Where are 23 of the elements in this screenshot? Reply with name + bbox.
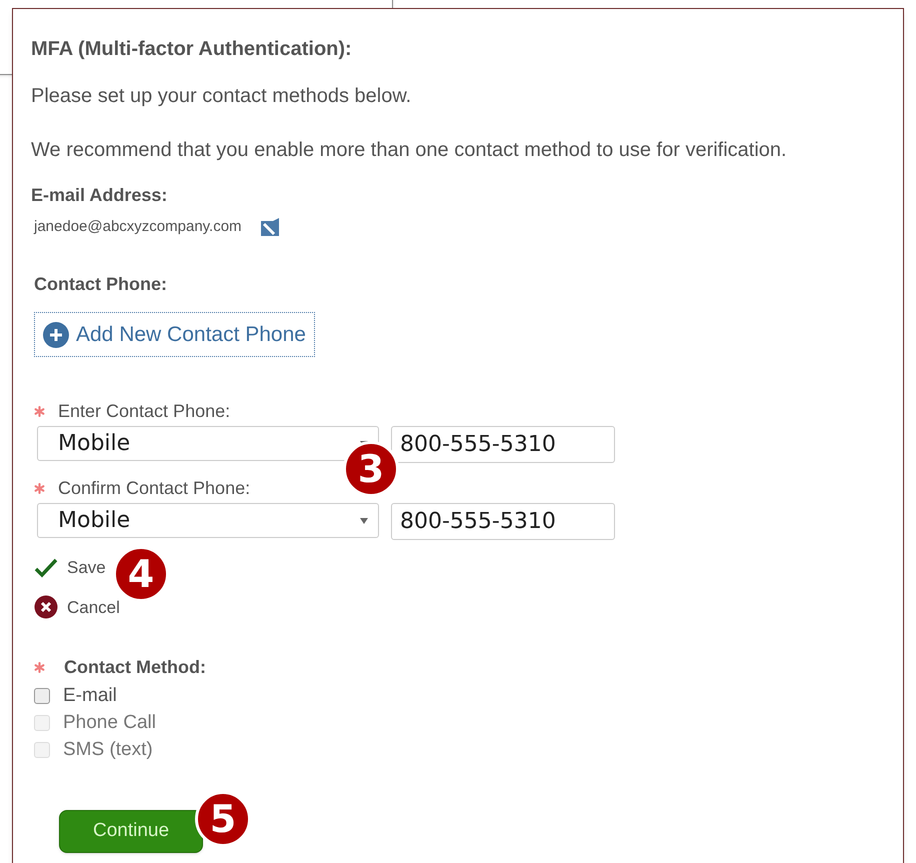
instruction-text: Please set up your contact methods below.: [31, 84, 412, 108]
option-label: Phone Call: [63, 711, 156, 735]
checkbox[interactable]: [34, 688, 50, 704]
close-icon: [34, 595, 58, 620]
phone-type-dropdown[interactable]: Mobile: [37, 503, 379, 538]
plus-icon: [43, 322, 69, 348]
instruction-text: We recommend that you enable more than one contact method to use for verification.: [31, 138, 788, 162]
email-text: janedoe@abcxyzcompany.com: [34, 216, 242, 237]
field-label: Contact Method:: [64, 656, 206, 678]
field-label: Confirm Contact Phone:: [58, 477, 250, 499]
option-label: E-mail: [63, 684, 117, 708]
add-phone-button[interactable]: Add New Contact Phone: [34, 312, 315, 357]
phone-number-field[interactable]: 800-555-5310: [391, 426, 615, 463]
dialog-title: MFA (Multi-factor Authentication):: [31, 37, 353, 61]
checkmark-icon: [34, 558, 58, 578]
edit-icon[interactable]: [258, 216, 281, 238]
field-label: Contact Phone:: [34, 273, 168, 295]
field-label: Enter Contact Phone:: [58, 400, 230, 422]
option-label: SMS (text): [63, 738, 153, 762]
save-button[interactable]: Save: [34, 555, 106, 580]
phone-number-field[interactable]: 800-555-5310: [391, 503, 615, 540]
continue-button[interactable]: Continue: [59, 810, 203, 853]
field-label: E-mail Address:: [31, 184, 168, 206]
